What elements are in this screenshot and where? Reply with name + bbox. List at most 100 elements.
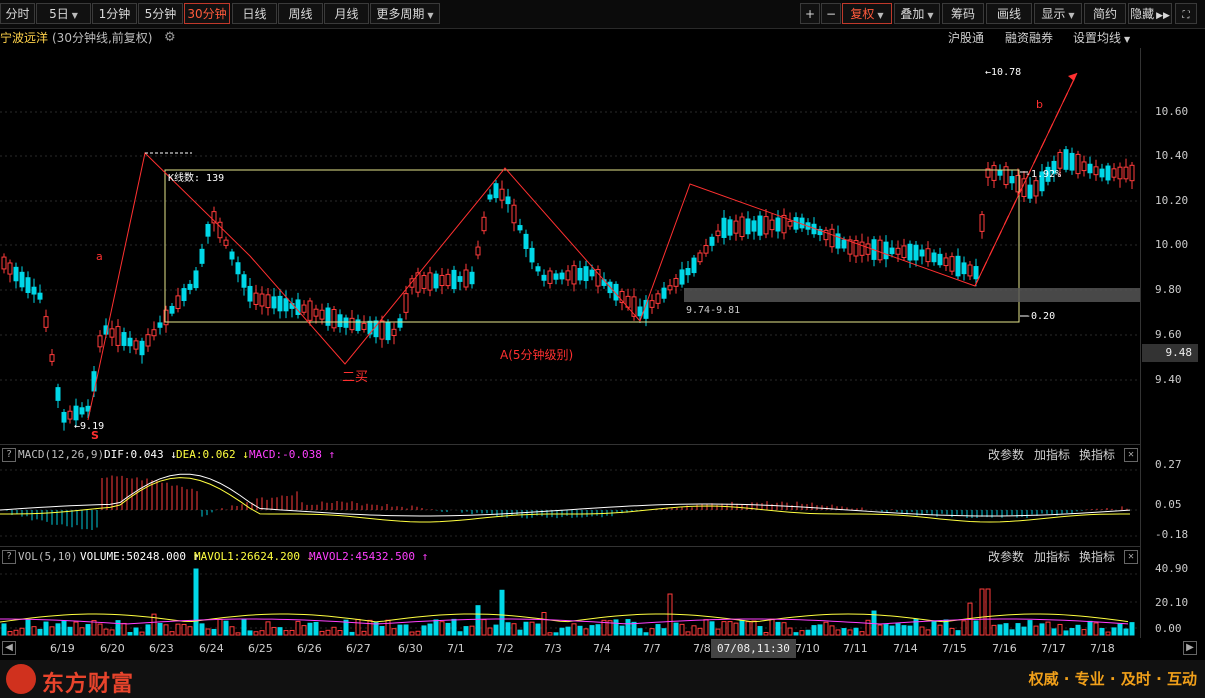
high-value-label: ←10.78 [985, 67, 1021, 78]
vol-mavol2: MAVOL2:45432.500 ↑ [309, 550, 429, 563]
draw-line-button[interactable]: 画线 [986, 3, 1032, 24]
close-icon[interactable]: ✕ [1124, 550, 1138, 564]
period-button[interactable]: 5分钟 [138, 3, 183, 24]
date-tick: 7/18 [1090, 642, 1115, 655]
ma-settings-link[interactable]: 设置均线 ▼ [1073, 28, 1130, 50]
help-icon[interactable]: ? [2, 550, 16, 564]
overlay-button[interactable]: 叠加 ▼ [894, 3, 940, 24]
volume-tick: 0.00 [1155, 622, 1182, 635]
cursor-time-tag: 07/08,11:30 [711, 639, 796, 658]
close-icon[interactable]: ✕ [1124, 448, 1138, 462]
current-price-tag: 9.48 [1142, 344, 1198, 362]
brand-name: 东方财富 [42, 672, 135, 697]
period-button[interactable]: 更多周期 ▼ [370, 3, 440, 24]
date-tick: 7/11 [843, 642, 868, 655]
stock-name: 宁波远洋 [0, 31, 49, 45]
period-button[interactable]: 1分钟 [92, 3, 137, 24]
date-tick: 6/26 [297, 642, 322, 655]
diff-value-label: -0.20 [1025, 311, 1055, 322]
period-button[interactable]: 5日 ▼ [36, 3, 91, 24]
fuquan-button[interactable]: 复权 ▼ [842, 3, 892, 24]
vol-mavol1: MAVOL1:26624.200 ↓ [194, 550, 314, 563]
macd-add-indicator[interactable]: 加指标 [1034, 445, 1070, 465]
macd-edit-params[interactable]: 改参数 [988, 445, 1024, 465]
kline-count-label: K线数: 139 [168, 171, 224, 184]
vol-switch-indicator[interactable]: 换指标 [1079, 547, 1115, 567]
date-tick: 6/25 [248, 642, 273, 655]
date-tick: 7/16 [992, 642, 1017, 655]
period-button[interactable]: 周线 [278, 3, 323, 24]
double-chevron-right-icon: ▶▶ [1156, 11, 1170, 21]
period-description: (30分钟线,前复权) [52, 31, 153, 45]
zoom-out-button[interactable]: − [821, 3, 841, 24]
price-tick: 10.40 [1155, 149, 1189, 162]
macd-title: MACD(12,26,9) [18, 448, 105, 461]
scroll-left-icon[interactable]: ◀ [2, 641, 16, 655]
fuquan-label: 复权 [850, 7, 875, 21]
date-tick: 7/17 [1041, 642, 1066, 655]
period-label: 周线 [288, 7, 313, 21]
period-label: 月线 [334, 7, 359, 21]
period-button[interactable]: 日线 [232, 3, 277, 24]
macd-header: ? MACD(12,26,9) DIF:0.043 ↓ DEA:0.062 ↓ … [0, 444, 1140, 465]
chevron-down-icon: ▼ [71, 11, 78, 20]
label-level: A(5分钟级别) [500, 347, 573, 362]
display-button[interactable]: 显示 ▼ [1034, 3, 1082, 24]
price-tick: 10.60 [1155, 105, 1189, 118]
hide-button[interactable]: 隐藏 ▶▶ [1128, 3, 1172, 24]
date-tick: 6/27 [346, 642, 371, 655]
display-label: 显示 [1041, 7, 1066, 21]
date-tick: 7/15 [942, 642, 967, 655]
period-button[interactable]: 月线 [324, 3, 369, 24]
date-tick: 6/20 [100, 642, 125, 655]
period-label: 更多周期 [376, 7, 425, 21]
period-label: 5分钟 [144, 7, 177, 21]
vol-edit-params[interactable]: 改参数 [988, 547, 1024, 567]
vol-volume: VOLUME:50248.000 ↑ [80, 550, 200, 563]
date-tick: 7/8 [693, 642, 711, 655]
arrow-head-icon [1068, 73, 1077, 81]
vol-add-indicator[interactable]: 加指标 [1034, 547, 1070, 567]
volume-tick: 40.90 [1155, 562, 1189, 575]
hk-connect-link[interactable]: 沪股通 [948, 28, 984, 48]
chevron-down-icon: ▼ [427, 11, 434, 20]
price-tick: 10.00 [1155, 238, 1189, 251]
simple-button[interactable]: 简约 [1084, 3, 1126, 24]
price-axis: 10.60 10.40 10.20 10.00 9.80 9.60 9.40 0.27 0.05… [1140, 48, 1205, 638]
brand-slogan: 权威 · 专业 · 及时 · 互动 [1028, 670, 1197, 688]
macd-dif: DIF:0.043 ↓ [104, 448, 177, 461]
chips-button[interactable]: 筹码 [942, 3, 984, 24]
date-tick: 7/3 [544, 642, 562, 655]
period-label: 分时 [5, 7, 30, 21]
help-icon[interactable]: ? [2, 448, 16, 462]
period-label: 30分钟 [187, 7, 227, 21]
macd-tick: 0.05 [1155, 498, 1182, 511]
price-tick: 10.20 [1155, 194, 1189, 207]
fullscreen-icon: ⛶ [1182, 10, 1190, 21]
vol-title: VOL(5,10) [18, 550, 78, 563]
support-zone [684, 288, 1140, 302]
settings-gear-icon[interactable]: ⚙ [164, 28, 176, 48]
pct-change-label: -1.92% [1025, 169, 1061, 180]
date-tick: 7/1 [447, 642, 465, 655]
hide-label: 隐藏 [1130, 7, 1155, 21]
ma-settings-label: 设置均线 [1073, 31, 1122, 45]
price-tick: 9.80 [1155, 283, 1182, 296]
scroll-right-icon[interactable]: ▶ [1183, 641, 1197, 655]
zoom-in-button[interactable]: + [800, 3, 820, 24]
date-tick: 6/30 [398, 642, 423, 655]
period-label: 1分钟 [98, 7, 131, 21]
brand-logo-icon [6, 664, 36, 694]
chevron-down-icon: ▼ [1124, 35, 1131, 44]
macd-switch-indicator[interactable]: 换指标 [1079, 445, 1115, 465]
margin-trading-link[interactable]: 融资融券 [1005, 28, 1053, 48]
period-button[interactable]: 30分钟 [184, 3, 230, 24]
wave-lines [87, 72, 1078, 421]
price-tick: 9.60 [1155, 328, 1182, 341]
period-button[interactable]: 分时 [0, 3, 35, 24]
label-b: b [1036, 98, 1043, 111]
candlestick-chart[interactable]: a b S 二买 A(5分钟级别) ←10.78 ←9.19 K线数: 139 … [0, 48, 1140, 442]
date-tick: 7/4 [593, 642, 611, 655]
fullscreen-button[interactable]: ⛶ [1175, 3, 1197, 24]
volume-header: ? VOL(5,10) VOLUME:50248.000 ↑ MAVOL1:26… [0, 546, 1140, 567]
